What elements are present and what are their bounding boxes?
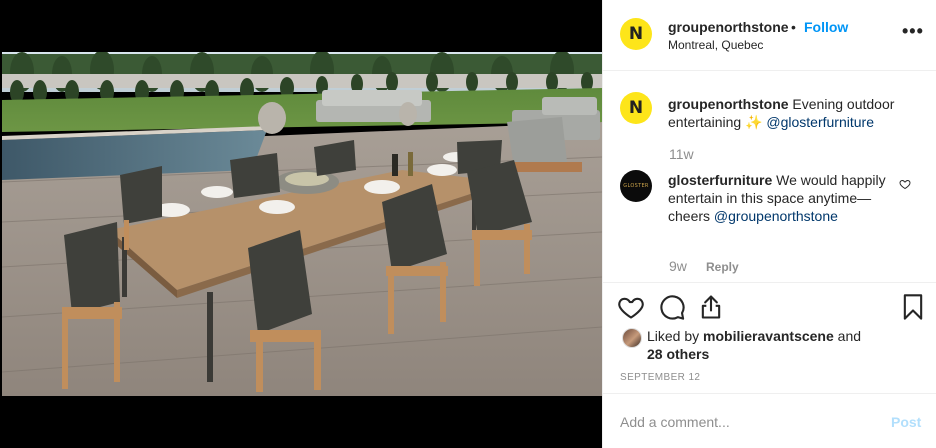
comment-avatar[interactable]: GLOSTER: [620, 170, 652, 202]
comment-mention[interactable]: @groupenorthstone: [714, 208, 838, 224]
liker-avatar[interactable]: [622, 328, 642, 348]
caption-username[interactable]: groupenorthstone: [668, 96, 789, 112]
likes-others-link[interactable]: 28 others: [647, 346, 709, 362]
post-photo[interactable]: [2, 52, 602, 396]
comment-timestamp[interactable]: 9w: [669, 258, 687, 274]
heart-icon[interactable]: [617, 293, 645, 321]
bookmark-icon[interactable]: [899, 293, 927, 321]
liked-by-text: Liked by mobilieravantscene and 28 other…: [647, 327, 927, 363]
post-media[interactable]: [0, 0, 602, 448]
post-date[interactable]: SEPTEMBER 12: [620, 372, 700, 383]
post-sidebar: N groupenorthstone • Follow Montreal, Qu…: [602, 0, 936, 448]
header-username[interactable]: groupenorthstone: [668, 19, 789, 35]
ellipsis-icon[interactable]: •••: [902, 22, 924, 40]
caption-timestamp[interactable]: 11w: [669, 146, 694, 162]
post-header: N groupenorthstone • Follow Montreal, Qu…: [603, 0, 936, 71]
caption-avatar[interactable]: N: [620, 92, 652, 124]
post-button[interactable]: Post: [891, 414, 921, 430]
likes-summary: Liked by mobilieravantscene and 28 other…: [603, 326, 936, 366]
header-separator: •: [791, 19, 796, 35]
avatar[interactable]: N: [620, 18, 652, 50]
caption: groupenorthstone Evening outdoor enterta…: [668, 95, 923, 131]
comment-icon[interactable]: [658, 293, 686, 321]
heart-icon[interactable]: [899, 178, 911, 190]
comment-username[interactable]: glosterfurniture: [668, 172, 772, 188]
outdoor-dining-photo: [2, 52, 602, 396]
add-comment-bar: Post: [603, 393, 936, 448]
avatar-logo-text: GLOSTER: [623, 183, 649, 189]
follow-button[interactable]: Follow: [804, 19, 848, 35]
share-icon[interactable]: [697, 293, 725, 321]
liked-by-prefix: Liked by: [647, 328, 704, 344]
reply-button[interactable]: Reply: [706, 260, 739, 274]
liker-username[interactable]: mobilieravantscene: [703, 328, 834, 344]
comments-list: N groupenorthstone Evening outdoor enter…: [603, 72, 936, 282]
location-link[interactable]: Montreal, Quebec: [668, 38, 763, 52]
action-bar: [603, 282, 936, 328]
comment-item: glosterfurniture We would happily entert…: [668, 171, 888, 225]
comment-input[interactable]: [620, 412, 860, 432]
caption-mention[interactable]: @glosterfurniture: [766, 114, 874, 130]
liked-by-middle: and: [833, 328, 862, 344]
